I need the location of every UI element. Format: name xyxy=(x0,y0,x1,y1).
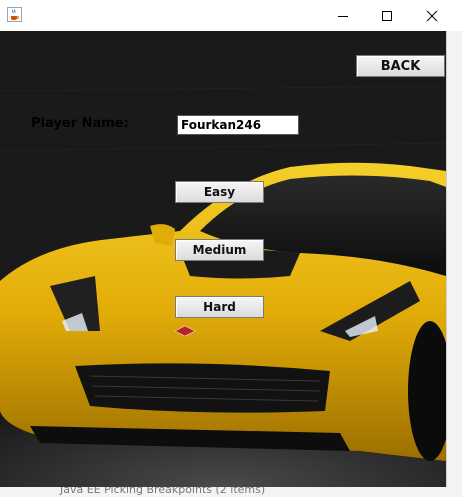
underlying-ide-text: Java EE Picking Breakpoints (2 items) xyxy=(60,487,266,496)
game-menu-panel: BACK Player Name: Easy Medium Hard xyxy=(0,31,446,487)
underlying-ide-bottom: Java EE Picking Breakpoints (2 items) xyxy=(0,487,462,497)
back-button[interactable]: BACK xyxy=(356,55,445,77)
minimize-icon xyxy=(338,15,348,17)
player-name-label: Player Name: xyxy=(31,116,129,131)
maximize-button[interactable] xyxy=(364,0,410,31)
close-icon xyxy=(426,10,438,21)
java-cup-icon[interactable] xyxy=(7,7,22,22)
hard-button[interactable]: Hard xyxy=(175,296,264,318)
minimize-button[interactable] xyxy=(320,0,366,31)
close-button[interactable] xyxy=(409,0,455,31)
title-bar xyxy=(0,0,462,32)
maximize-icon xyxy=(382,10,392,21)
medium-button[interactable]: Medium xyxy=(175,239,264,261)
player-name-field[interactable] xyxy=(177,115,299,135)
easy-button[interactable]: Easy xyxy=(175,181,264,203)
underlying-ide-edge xyxy=(446,31,462,497)
